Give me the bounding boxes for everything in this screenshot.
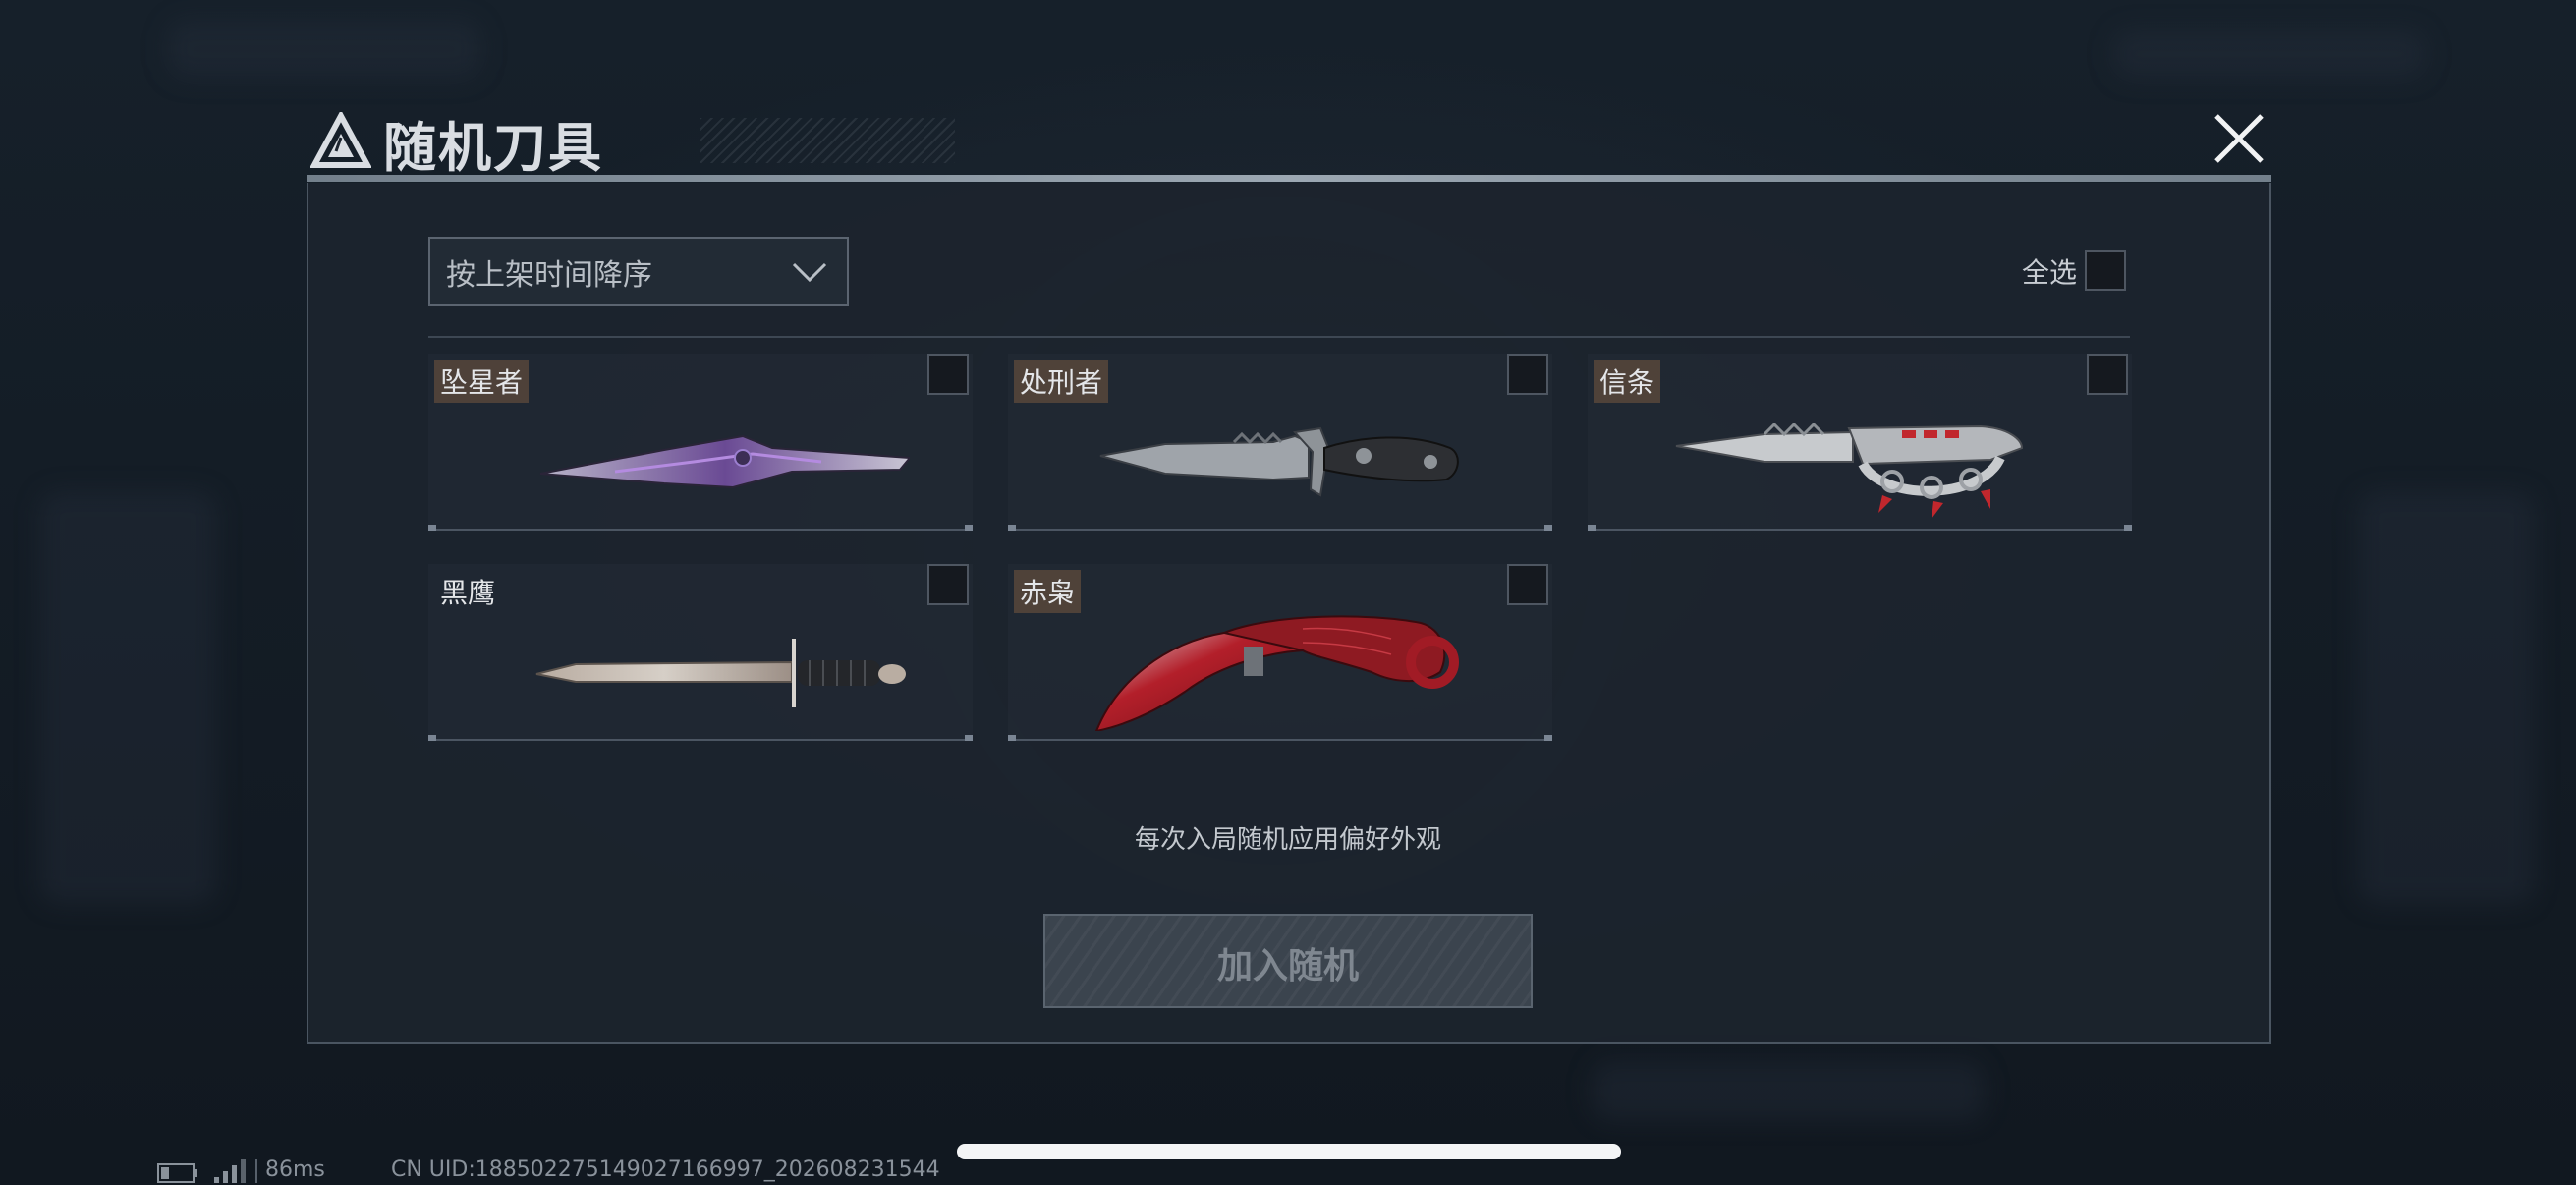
title-bar: 随机刀具: [307, 98, 2271, 183]
knife-card-1[interactable]: 处刑者: [1008, 354, 1552, 531]
sort-dropdown[interactable]: 按上架时间降序: [428, 237, 849, 306]
random-hint-text: 每次入局随机应用偏好外观: [1134, 825, 1441, 855]
card-bottom-line: [1008, 735, 1552, 741]
status-bar: 86ms CN UID:1885022751490271669​97_20260…: [157, 1156, 1140, 1185]
select-all-checkbox[interactable]: [2085, 250, 2126, 291]
card-bottom-line: [1588, 525, 2132, 531]
knife-card-2[interactable]: 信条: [1588, 354, 2132, 531]
knife-image-creed: [1675, 422, 2024, 519]
card-bottom-line: [428, 735, 973, 741]
knife-card-0[interactable]: 坠星者: [428, 354, 973, 531]
knife-name: 赤枭: [1014, 570, 1082, 613]
knife-name: 信条: [1594, 360, 1661, 403]
knife-checkbox[interactable]: [1507, 564, 1548, 605]
knife-image-executioner: [1099, 426, 1459, 497]
knife-checkbox[interactable]: [927, 564, 969, 605]
random-knife-screen: 随机刀具 按上架时间降序 全选 坠星者 处刑者 信条 黑鹰 赤枭 每次入局随机应…: [0, 0, 2576, 1185]
knife-image-star-faller: [539, 434, 910, 489]
sort-dropdown-label: 按上架时间降序: [446, 258, 652, 293]
battery-icon: [157, 1163, 197, 1183]
ping-text: 86ms: [265, 1157, 325, 1182]
knife-image-red-owl: [1094, 615, 1459, 731]
card-bottom-line: [428, 525, 973, 531]
page-title: 随机刀具: [383, 117, 603, 179]
knife-image-black-hawk: [535, 639, 906, 707]
title-hatch-decoration: [700, 118, 955, 163]
knife-card-4[interactable]: 赤枭: [1008, 564, 1552, 741]
chevron-down-icon: [792, 262, 827, 283]
select-all-label: 全选: [2022, 256, 2078, 289]
bg-decoration: [2112, 29, 2427, 79]
status-separator: [255, 1159, 257, 1183]
knife-card-3[interactable]: 黑鹰: [428, 564, 973, 741]
delta-logo-icon: [310, 112, 371, 168]
uid-text: CN UID:1885022751490271669​97_2026082315…: [391, 1157, 940, 1182]
header-divider: [307, 175, 2271, 182]
knife-checkbox[interactable]: [927, 354, 969, 395]
knife-name: 黑鹰: [440, 577, 496, 609]
add-random-button[interactable]: 加入随机: [1043, 914, 1533, 1008]
card-bottom-line: [1008, 525, 1552, 531]
knife-checkbox[interactable]: [2087, 354, 2128, 395]
bg-decoration: [1592, 1061, 1985, 1120]
signal-icon: [214, 1159, 246, 1183]
add-random-button-label: 加入随机: [1216, 946, 1359, 987]
close-icon[interactable]: [2207, 106, 2271, 171]
knife-checkbox[interactable]: [1507, 354, 1548, 395]
section-divider: [428, 336, 2130, 338]
bg-decoration: [167, 20, 481, 79]
